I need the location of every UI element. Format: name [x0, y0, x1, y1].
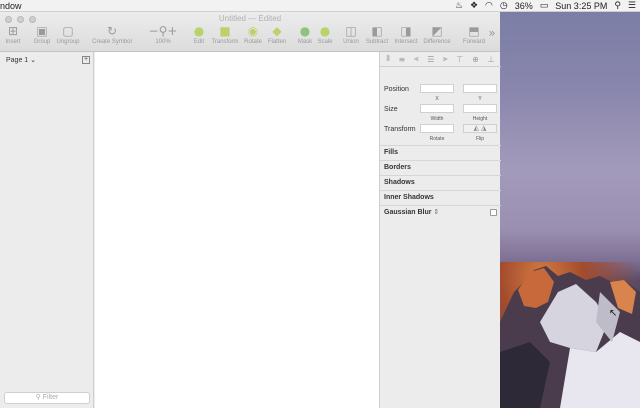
- zoom-button[interactable]: [29, 16, 36, 23]
- close-button[interactable]: [5, 16, 12, 23]
- align-middle-icon[interactable]: ⊕: [472, 55, 479, 64]
- flip-label: Flip: [475, 136, 485, 142]
- layers-sidebar: Page 1 ⌄ + ⚲ Filter: [0, 52, 94, 408]
- search-icon: ⚲: [35, 394, 41, 401]
- group-icon: ▣: [36, 24, 48, 38]
- rotate-label: Rotate: [429, 136, 445, 142]
- mouse-cursor-icon: ↖: [609, 308, 618, 319]
- forward-icon: ⬒: [468, 24, 480, 38]
- height-field[interactable]: [463, 104, 497, 113]
- difference-button[interactable]: ◩ Difference: [420, 24, 454, 45]
- transform-icon: ■: [219, 24, 231, 38]
- size-label: Size: [384, 106, 398, 113]
- ungroup-button[interactable]: ▢ Ungroup: [54, 24, 82, 45]
- page-selector[interactable]: Page 1 ⌄: [6, 56, 36, 64]
- edit-button[interactable]: ● Edit: [188, 24, 210, 45]
- battery-percent: 36%: [514, 1, 533, 11]
- create-symbol-button[interactable]: ↻ Create Symbol: [90, 24, 134, 45]
- zoom-control[interactable]: −⚲+ 100%: [144, 24, 182, 45]
- inner-shadows-section[interactable]: Inner Shadows: [380, 190, 501, 205]
- mask-icon: ●: [299, 24, 311, 38]
- canvas[interactable]: [95, 52, 379, 408]
- wifi-icon[interactable]: ◠: [485, 0, 493, 12]
- height-label: Height: [472, 116, 488, 122]
- menu-bar: ndow ♨ ❖ ◠ ◷ 36% ▭ Sun 3:25 PM ⚲ ☰: [0, 0, 640, 12]
- forward-button[interactable]: ⬒ Forward: [460, 24, 488, 45]
- stepper-icon[interactable]: ⇕: [433, 209, 439, 216]
- y-label: Y: [478, 96, 482, 102]
- width-field[interactable]: [420, 104, 454, 113]
- toolbar-overflow-icon[interactable]: »: [486, 26, 498, 41]
- transform-label: Transform: [384, 126, 416, 133]
- insert-button[interactable]: ⊞ Insert: [2, 24, 24, 45]
- width-label: Width: [430, 116, 444, 122]
- plus-icon: ⊞: [7, 24, 19, 38]
- x-label: X: [435, 96, 439, 102]
- align-right-icon[interactable]: ⫸: [443, 54, 448, 64]
- intersect-icon: ◨: [400, 24, 412, 38]
- y-field[interactable]: [463, 84, 497, 93]
- sketch-window: Untitled — Edited ⊞ Insert ▣ Group ▢ Ungrou…: [0, 12, 501, 408]
- transform-button[interactable]: ■ Transform: [210, 24, 240, 45]
- subtract-icon: ◧: [371, 24, 383, 38]
- scale-button[interactable]: ● Scale: [314, 24, 336, 45]
- minimize-button[interactable]: [17, 16, 24, 23]
- battery-icon[interactable]: ▭: [540, 0, 549, 12]
- rotate-icon: ◉: [247, 24, 259, 38]
- clock[interactable]: Sun 3:25 PM: [555, 0, 607, 12]
- align-bottom-icon[interactable]: ⊥: [488, 55, 495, 64]
- borders-section[interactable]: Borders: [380, 160, 501, 175]
- mask-button[interactable]: ● Mask: [294, 24, 316, 45]
- scale-icon: ●: [319, 24, 331, 38]
- flip-icon[interactable]: ◭ ◮: [463, 124, 497, 133]
- align-top-icon[interactable]: ⊤: [456, 55, 463, 64]
- chevron-down-icon: ⌄: [30, 57, 37, 64]
- rotate-field[interactable]: [420, 124, 454, 133]
- align-center-icon[interactable]: ☰: [427, 55, 434, 64]
- intersect-button[interactable]: ◨ Intersect: [392, 24, 420, 45]
- search-icon[interactable]: ⚲: [614, 0, 621, 12]
- flatten-button[interactable]: ◆ Flatten: [264, 24, 290, 45]
- group-button[interactable]: ▣ Group: [30, 24, 54, 45]
- rotate-button[interactable]: ◉ Rotate: [240, 24, 266, 45]
- distribute-horizontal-icon[interactable]: ⫴: [386, 54, 389, 64]
- filter-input[interactable]: ⚲ Filter: [4, 392, 90, 404]
- fills-section[interactable]: Fills: [380, 145, 501, 160]
- shadows-section[interactable]: Shadows: [380, 175, 501, 190]
- time-machine-icon[interactable]: ◷: [500, 0, 508, 12]
- position-label: Position: [384, 86, 409, 93]
- gaussian-blur-section[interactable]: Gaussian Blur ⇕: [380, 205, 501, 220]
- ungroup-icon: ▢: [62, 24, 74, 38]
- flame-icon[interactable]: ♨: [455, 0, 463, 12]
- magnifier-icon: −⚲+: [148, 24, 178, 38]
- gaussian-blur-checkbox[interactable]: [490, 209, 497, 216]
- union-button[interactable]: ◫ Union: [340, 24, 362, 45]
- list-icon[interactable]: ☰: [628, 0, 636, 12]
- title-bar: Untitled — Edited ⊞ Insert ▣ Group ▢ Ungrou…: [0, 12, 500, 52]
- dropbox-icon[interactable]: ❖: [470, 0, 478, 12]
- alignment-toolbar: ⫴ ≡ ⫷ ☰ ⫸ ⊤ ⊕ ⊥: [380, 52, 501, 67]
- edit-icon: ●: [193, 24, 205, 38]
- distribute-vertical-icon[interactable]: ≡: [399, 55, 406, 64]
- window-menu[interactable]: ndow: [0, 1, 22, 11]
- wallpaper-mountain: [500, 266, 640, 408]
- flatten-icon: ◆: [272, 24, 282, 38]
- window-title: Untitled — Edited: [218, 14, 282, 23]
- subtract-button[interactable]: ◧ Subtract: [362, 24, 392, 45]
- union-icon: ◫: [345, 24, 357, 38]
- inspector-panel: ⫴ ≡ ⫷ ☰ ⫸ ⊤ ⊕ ⊥ Position X Y Size Width …: [379, 52, 501, 408]
- difference-icon: ◩: [431, 24, 443, 38]
- add-page-icon[interactable]: +: [82, 56, 90, 64]
- x-field[interactable]: [420, 84, 454, 93]
- align-left-icon[interactable]: ⫷: [414, 54, 419, 64]
- symbol-icon: ↻: [106, 24, 118, 38]
